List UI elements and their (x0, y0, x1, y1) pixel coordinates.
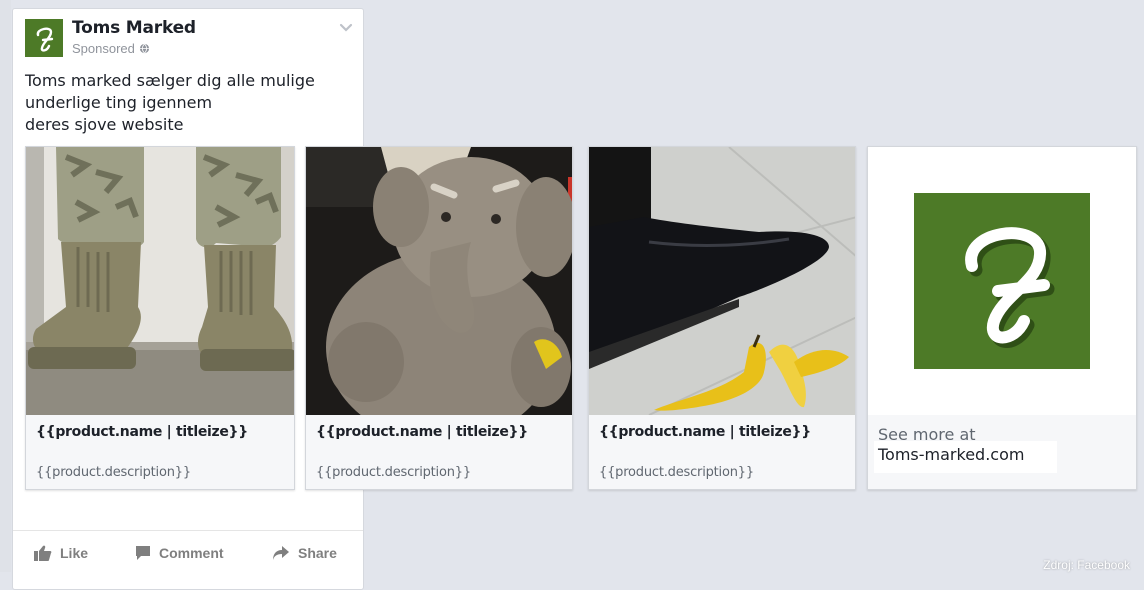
share-button[interactable]: Share (272, 545, 337, 561)
like-label: Like (60, 545, 89, 561)
globe-icon (139, 43, 149, 54)
like-icon (34, 545, 52, 561)
product-image[interactable] (306, 147, 572, 415)
comment-label: Comment (159, 545, 224, 561)
sponsored-label: Sponsored (72, 41, 135, 56)
brand-logo (914, 193, 1090, 369)
post-text-line: Toms marked sælger dig alle mulige (25, 71, 315, 90)
teddy-elephant-photo (306, 147, 572, 415)
see-more-image[interactable] (868, 147, 1136, 415)
post-text: Toms marked sælger dig alle mulige under… (25, 70, 355, 136)
carousel-card[interactable]: {{product.name | titleize}} {{product.de… (305, 146, 573, 490)
carousel-card[interactable]: {{product.name | titleize}} {{product.de… (588, 146, 856, 490)
website-link[interactable]: Toms-marked.com (874, 441, 1057, 473)
logo-g-icon (36, 27, 54, 52)
logo-g-icon (965, 227, 1055, 348)
comment-icon (136, 546, 150, 560)
carousel-card[interactable]: {{product.name | titleize}} {{product.de… (25, 146, 295, 490)
action-bar: Like Comment Share (13, 530, 363, 571)
like-button[interactable]: Like (34, 545, 88, 561)
product-name: {{product.name | titleize}} (599, 424, 811, 440)
sponsored-line: Sponsored (72, 41, 150, 56)
post-text-line: underlige ting igennem (25, 93, 213, 112)
product-image[interactable] (589, 147, 855, 415)
image-credit: Zdroj: Facebook (1043, 558, 1130, 572)
product-description: {{product.description}} (316, 465, 471, 480)
share-label: Share (298, 545, 337, 561)
chevron-down-icon[interactable] (339, 23, 353, 33)
comment-button[interactable]: Comment (135, 545, 224, 561)
product-name: {{product.name | titleize}} (36, 424, 248, 440)
product-description: {{product.description}} (599, 465, 754, 480)
product-description: {{product.description}} (36, 465, 191, 480)
post-text-line: deres sjove website (25, 115, 184, 134)
product-image[interactable] (26, 147, 294, 415)
background-strip (0, 0, 11, 572)
page-avatar[interactable] (25, 19, 63, 57)
see-more-card[interactable]: See more at Toms-marked.com (867, 146, 1137, 490)
shoe-banana-photo (589, 147, 855, 415)
page-name[interactable]: Toms Marked (72, 18, 196, 38)
military-boots-photo (26, 147, 294, 415)
share-icon (273, 546, 289, 560)
product-name: {{product.name | titleize}} (316, 424, 528, 440)
